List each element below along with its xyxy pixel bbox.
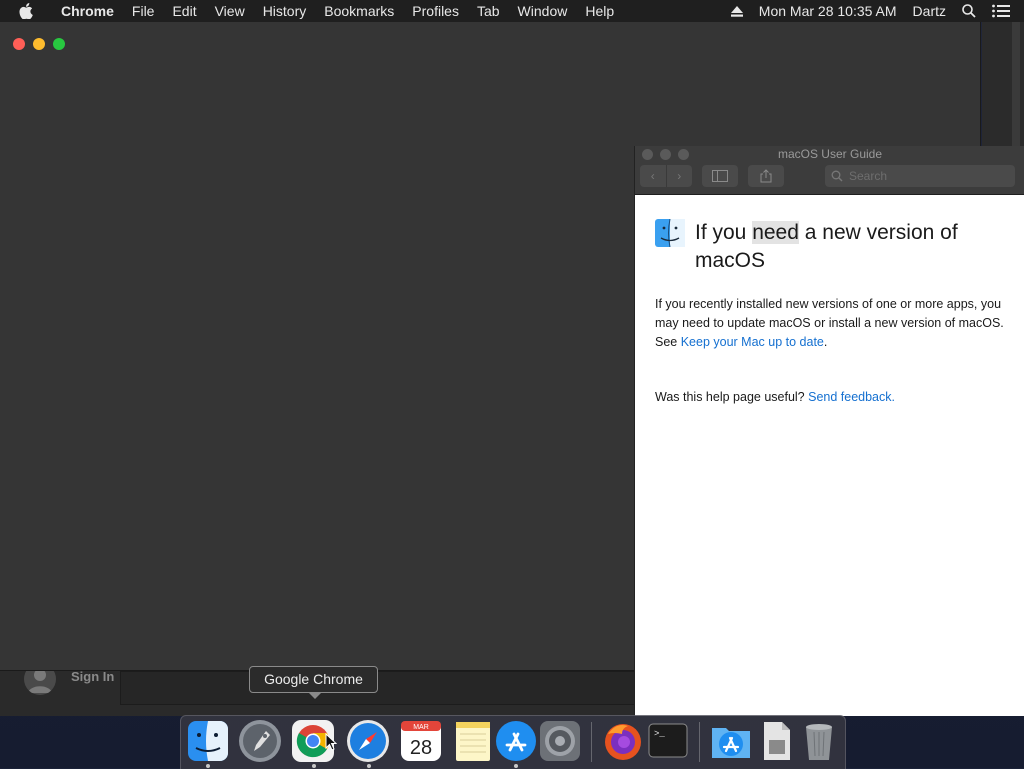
feedback-prompt: Was this help page useful? <box>655 390 809 404</box>
dock-item-safari[interactable] <box>346 719 390 763</box>
help-heading: If you need a new version of macOS <box>695 219 1010 275</box>
menu-app-name[interactable]: Chrome <box>52 0 123 22</box>
search-placeholder: Search <box>849 169 888 183</box>
chevron-right-icon: › <box>677 169 682 183</box>
back-button[interactable]: ‹ <box>640 165 667 187</box>
sign-in-label[interactable]: Sign In <box>71 669 114 684</box>
notification-center-icon[interactable] <box>984 0 1024 22</box>
running-indicator <box>514 764 518 768</box>
app-store-icon <box>496 721 536 761</box>
dock-tooltip: Google Chrome <box>249 666 378 699</box>
content-panel <box>120 671 641 705</box>
system-preferences-icon <box>540 721 580 761</box>
menu-file[interactable]: File <box>123 0 164 22</box>
tooltip-text: Google Chrome <box>264 671 363 687</box>
dock-item-calendar[interactable]: MAR 28 <box>399 719 443 763</box>
help-paragraph: If you recently installed new versions o… <box>655 295 1005 352</box>
dock-item-trash[interactable] <box>797 719 841 763</box>
menu-view[interactable]: View <box>206 0 254 22</box>
help-titlebar: macOS User Guide ‹ › Search <box>635 146 1024 195</box>
sidebar-icon <box>712 170 728 182</box>
help-nav-buttons: ‹ › <box>640 165 692 187</box>
calendar-icon: MAR 28 <box>401 721 441 761</box>
dock-item-firefox[interactable] <box>601 719 645 763</box>
menu-history[interactable]: History <box>254 0 316 22</box>
search-icon <box>831 170 843 182</box>
dock-item-terminal[interactable]: >_ <box>646 719 690 763</box>
help-search-field[interactable]: Search <box>825 165 1015 187</box>
dock-separator <box>699 722 700 762</box>
forward-button[interactable]: › <box>666 165 692 187</box>
trash-icon <box>806 724 832 760</box>
mouse-cursor-icon <box>325 732 338 756</box>
chevron-left-icon: ‹ <box>650 169 655 183</box>
safari-icon <box>347 720 389 762</box>
dock-item-finder[interactable] <box>186 719 230 763</box>
background-window-edge <box>982 22 1024 150</box>
notes-icon <box>456 722 490 761</box>
running-indicator <box>312 764 316 768</box>
applications-folder-icon <box>712 728 750 758</box>
zoom-button[interactable] <box>53 38 65 50</box>
scrollbar[interactable] <box>1012 22 1020 150</box>
minimize-button[interactable] <box>33 38 45 50</box>
dock-item-system-preferences[interactable] <box>538 719 582 763</box>
apple-icon[interactable] <box>18 3 34 19</box>
dock-item-notes[interactable] <box>451 719 495 763</box>
paragraph-end: . <box>823 335 828 349</box>
dock-item-document[interactable] <box>754 719 798 763</box>
spotlight-search-icon[interactable] <box>954 0 984 22</box>
running-indicator <box>367 764 371 768</box>
help-content: If you need a new version of macOS If yo… <box>635 195 1024 716</box>
dock-separator <box>591 722 592 762</box>
heading-text-before: If you <box>695 221 753 244</box>
finder-icon <box>188 721 228 761</box>
launchpad-icon <box>239 720 281 762</box>
dock-item-applications[interactable] <box>709 719 753 763</box>
menu-help[interactable]: Help <box>576 0 623 22</box>
window-controls <box>13 38 65 50</box>
keep-mac-up-to-date-link[interactable]: Keep your Mac up to date <box>681 335 824 349</box>
share-button[interactable] <box>748 165 784 187</box>
menu-bookmarks[interactable]: Bookmarks <box>315 0 403 22</box>
running-indicator <box>206 764 210 768</box>
send-feedback-link[interactable]: Send feedback. <box>808 390 895 404</box>
heading-highlight: need <box>752 221 799 244</box>
menu-tab[interactable]: Tab <box>468 0 509 22</box>
close-button[interactable] <box>13 38 25 50</box>
tooltip-arrow <box>308 692 322 699</box>
finder-icon <box>655 218 687 248</box>
sidebar-toggle-button[interactable] <box>702 165 738 187</box>
eject-icon[interactable] <box>723 0 751 22</box>
dock-item-app-store[interactable] <box>494 719 538 763</box>
menu-bar: Chrome File Edit View History Bookmarks … <box>0 0 1024 22</box>
share-icon <box>760 169 772 183</box>
terminal-icon: >_ <box>648 723 688 758</box>
feedback-row: Was this help page useful? Send feedback… <box>655 390 895 404</box>
help-window-title: macOS User Guide <box>777 147 883 161</box>
help-viewer-window: macOS User Guide ‹ › Search If you need … <box>634 146 1024 716</box>
calendar-month: MAR <box>413 724 429 731</box>
menubar-clock[interactable]: Mon Mar 28 10:35 AM <box>751 0 905 22</box>
dock-item-launchpad[interactable] <box>238 719 282 763</box>
menu-window[interactable]: Window <box>509 0 577 22</box>
document-icon <box>764 722 790 760</box>
svg-text:>_: >_ <box>654 729 665 739</box>
calendar-day: 28 <box>410 737 432 759</box>
dock: MAR 28 >_ <box>180 715 846 769</box>
menu-profiles[interactable]: Profiles <box>403 0 468 22</box>
menu-edit[interactable]: Edit <box>163 0 205 22</box>
firefox-icon <box>605 724 641 760</box>
menubar-user[interactable]: Dartz <box>905 0 954 22</box>
